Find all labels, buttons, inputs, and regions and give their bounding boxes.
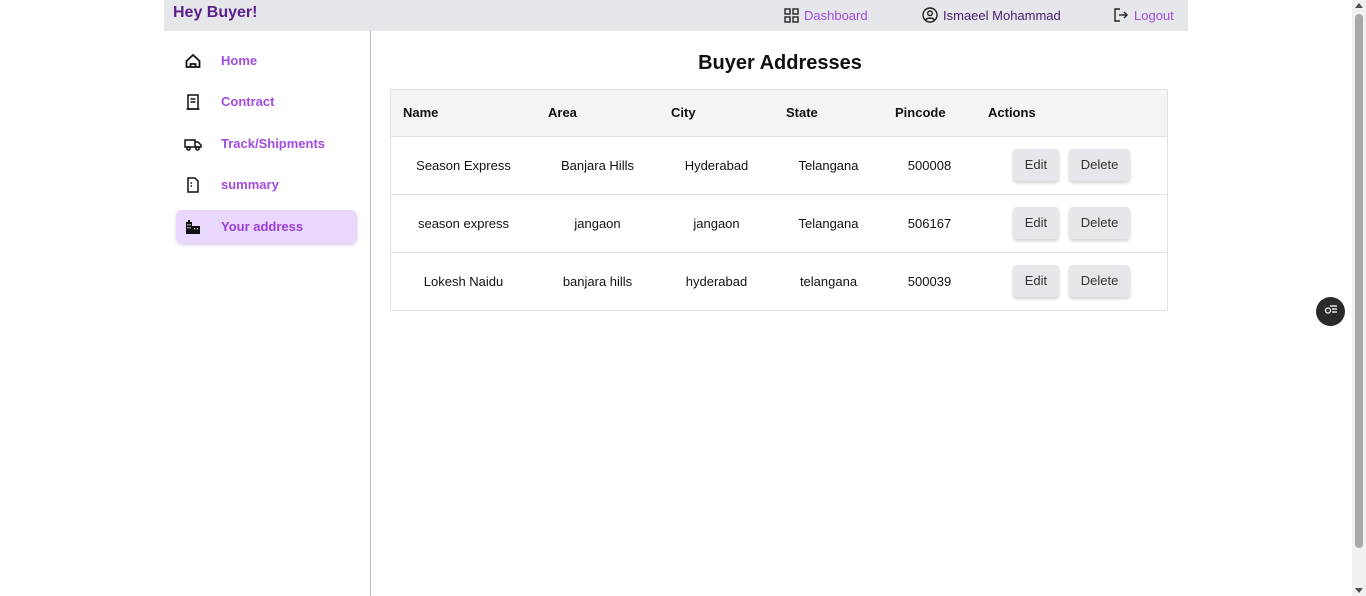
addresses-table: Name Area City State Pincode Actions Sea… <box>390 89 1168 311</box>
cell-actions: Edit Delete <box>976 136 1167 194</box>
page-scrollbar[interactable] <box>1352 0 1366 596</box>
sidebar-item-label: Home <box>221 53 258 68</box>
cell-area: banjara hills <box>562 273 633 289</box>
cell-state: Telangana <box>798 157 859 173</box>
cell-pincode: 500008 <box>907 157 952 173</box>
delete-button[interactable]: Delete <box>1068 207 1131 239</box>
column-header-city: City <box>671 105 696 121</box>
logout-label: Logout <box>1134 7 1174 23</box>
cell-city: hyderabad <box>685 273 748 289</box>
column-header-area: Area <box>548 105 577 121</box>
dashboard-label: Dashboard <box>804 7 868 23</box>
scrollbar-thumb[interactable] <box>1355 14 1363 548</box>
cell-city: Hyderabad <box>684 157 749 173</box>
column-header-actions: Actions <box>988 105 1036 121</box>
logout-icon <box>1113 7 1129 23</box>
cell-name: Season Express <box>416 157 511 173</box>
cell-city: jangaon <box>693 215 740 231</box>
edit-button[interactable]: Edit <box>1012 265 1060 298</box>
top-bar: Hey Buyer! Dashboard Ismaeel Mohammad Lo… <box>164 0 1188 31</box>
cell-actions: Edit Delete <box>976 252 1167 310</box>
dashboard-link[interactable]: Dashboard <box>784 4 868 26</box>
main-content: Buyer Addresses Name Area City State Pin… <box>372 31 1188 596</box>
truck-icon <box>184 135 202 153</box>
cell-pincode: 500039 <box>907 273 952 289</box>
sidebar-item-label: Your address <box>221 219 304 234</box>
delete-button[interactable]: Delete <box>1068 149 1131 181</box>
sidebar-item-home[interactable]: Home <box>176 44 357 77</box>
app-shell: Hey Buyer! Dashboard Ismaeel Mohammad Lo… <box>164 0 1188 596</box>
column-header-pincode: Pincode <box>895 105 946 121</box>
table-row: Season Express Banjara Hills Hyderabad T… <box>391 136 1167 194</box>
sidebar-item-track-shipments[interactable]: Track/Shipments <box>176 127 357 160</box>
table-header-row: Name Area City State Pincode Actions <box>391 90 1167 136</box>
edit-button[interactable]: Edit <box>1012 149 1060 181</box>
cell-pincode: 506167 <box>907 215 952 231</box>
scroll-down-arrow-icon[interactable] <box>1355 588 1363 593</box>
home-icon <box>184 52 202 70</box>
delete-button[interactable]: Delete <box>1068 265 1131 298</box>
table-row: Lokesh Naidu banjara hills hyderabad tel… <box>391 252 1167 310</box>
cell-state: telangana <box>799 273 858 289</box>
floating-filter-button[interactable] <box>1316 297 1345 326</box>
cell-area: jangaon <box>574 215 621 231</box>
cell-name: Lokesh Naidu <box>423 273 504 289</box>
cell-name: season express <box>417 215 510 231</box>
sidebar-item-label: Track/Shipments <box>221 136 326 151</box>
sidebar-item-label: Contract <box>221 94 275 109</box>
user-profile-link[interactable]: Ismaeel Mohammad <box>922 4 1061 26</box>
sidebar-item-summary[interactable]: summary <box>176 168 357 201</box>
building-icon <box>184 218 202 236</box>
user-circle-icon <box>922 7 938 23</box>
page-title: Buyer Addresses <box>698 52 862 74</box>
edit-button[interactable]: Edit <box>1012 207 1060 239</box>
sidebar-item-your-address[interactable]: Your address <box>176 210 357 243</box>
user-name: Ismaeel Mohammad <box>943 7 1061 23</box>
cell-state: Telangana <box>798 215 859 231</box>
brand-title: Hey Buyer! <box>173 4 258 21</box>
sidebar: Home Contract Track/Shipments summary Yo… <box>164 31 371 596</box>
sidebar-item-contract[interactable]: Contract <box>176 85 357 118</box>
filter-list-icon <box>1324 302 1338 321</box>
logout-link[interactable]: Logout <box>1113 4 1174 26</box>
column-header-state: State <box>786 105 818 121</box>
summary-icon <box>184 176 202 194</box>
scroll-up-arrow-icon[interactable] <box>1355 3 1363 8</box>
column-header-name: Name <box>403 105 439 121</box>
dashboard-icon <box>784 7 799 23</box>
contract-icon <box>184 93 202 111</box>
table-row: season express jangaon jangaon Telangana… <box>391 194 1167 252</box>
sidebar-item-label: summary <box>221 177 279 192</box>
cell-area: Banjara Hills <box>561 157 634 173</box>
cell-actions: Edit Delete <box>976 194 1167 252</box>
